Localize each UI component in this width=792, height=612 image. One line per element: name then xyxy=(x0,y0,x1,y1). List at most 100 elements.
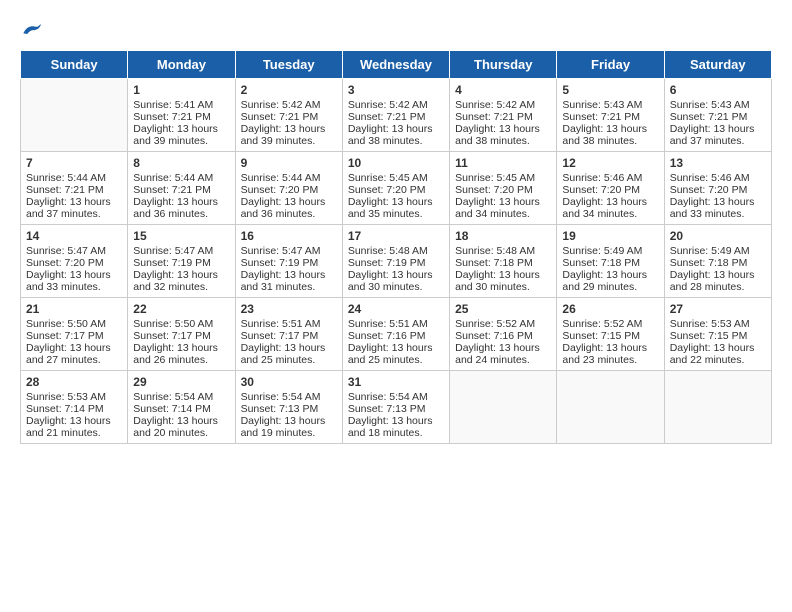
day-number: 9 xyxy=(241,156,337,170)
sunrise-text: Sunrise: 5:43 AM xyxy=(562,99,658,111)
daylight-text: Daylight: 13 hours and 30 minutes. xyxy=(455,269,551,293)
day-number: 21 xyxy=(26,302,122,316)
day-number: 18 xyxy=(455,229,551,243)
daylight-text: Daylight: 13 hours and 30 minutes. xyxy=(348,269,444,293)
daylight-text: Daylight: 13 hours and 29 minutes. xyxy=(562,269,658,293)
daylight-text: Daylight: 13 hours and 36 minutes. xyxy=(241,196,337,220)
day-number: 14 xyxy=(26,229,122,243)
daylight-text: Daylight: 13 hours and 23 minutes. xyxy=(562,342,658,366)
calendar-cell: 9Sunrise: 5:44 AMSunset: 7:20 PMDaylight… xyxy=(235,152,342,225)
sunrise-text: Sunrise: 5:48 AM xyxy=(455,245,551,257)
day-number: 16 xyxy=(241,229,337,243)
sunrise-text: Sunrise: 5:50 AM xyxy=(26,318,122,330)
calendar-cell: 26Sunrise: 5:52 AMSunset: 7:15 PMDayligh… xyxy=(557,298,664,371)
sunset-text: Sunset: 7:16 PM xyxy=(348,330,444,342)
daylight-text: Daylight: 13 hours and 25 minutes. xyxy=(241,342,337,366)
daylight-text: Daylight: 13 hours and 31 minutes. xyxy=(241,269,337,293)
sunset-text: Sunset: 7:19 PM xyxy=(241,257,337,269)
daylight-text: Daylight: 13 hours and 38 minutes. xyxy=(455,123,551,147)
sunrise-text: Sunrise: 5:51 AM xyxy=(241,318,337,330)
sunrise-text: Sunrise: 5:45 AM xyxy=(348,172,444,184)
daylight-text: Daylight: 13 hours and 25 minutes. xyxy=(348,342,444,366)
sunset-text: Sunset: 7:18 PM xyxy=(455,257,551,269)
daylight-text: Daylight: 13 hours and 22 minutes. xyxy=(670,342,766,366)
calendar-cell xyxy=(21,79,128,152)
calendar-week-row: 21Sunrise: 5:50 AMSunset: 7:17 PMDayligh… xyxy=(21,298,772,371)
day-number: 27 xyxy=(670,302,766,316)
calendar-week-row: 14Sunrise: 5:47 AMSunset: 7:20 PMDayligh… xyxy=(21,225,772,298)
sunrise-text: Sunrise: 5:47 AM xyxy=(133,245,229,257)
weekday-header-monday: Monday xyxy=(128,51,235,79)
day-number: 25 xyxy=(455,302,551,316)
calendar-cell: 6Sunrise: 5:43 AMSunset: 7:21 PMDaylight… xyxy=(664,79,771,152)
sunrise-text: Sunrise: 5:46 AM xyxy=(562,172,658,184)
calendar-cell xyxy=(664,371,771,444)
page-header xyxy=(20,20,772,40)
calendar-cell: 17Sunrise: 5:48 AMSunset: 7:19 PMDayligh… xyxy=(342,225,449,298)
sunset-text: Sunset: 7:18 PM xyxy=(562,257,658,269)
day-number: 22 xyxy=(133,302,229,316)
daylight-text: Daylight: 13 hours and 19 minutes. xyxy=(241,415,337,439)
sunrise-text: Sunrise: 5:49 AM xyxy=(670,245,766,257)
day-number: 1 xyxy=(133,83,229,97)
day-number: 26 xyxy=(562,302,658,316)
calendar-cell: 22Sunrise: 5:50 AMSunset: 7:17 PMDayligh… xyxy=(128,298,235,371)
calendar-week-row: 28 Sunrise: 5:53 AM Sunset: 7:14 PM Dayligh… xyxy=(21,371,772,444)
day-number: 15 xyxy=(133,229,229,243)
day-number: 4 xyxy=(455,83,551,97)
sunset-text: Sunset: 7:14 PM xyxy=(133,403,229,415)
sunset-text: Sunset: 7:20 PM xyxy=(348,184,444,196)
logo xyxy=(20,20,42,40)
calendar-cell: 15Sunrise: 5:47 AMSunset: 7:19 PMDayligh… xyxy=(128,225,235,298)
day-number: 13 xyxy=(670,156,766,170)
sunset-text: Sunset: 7:21 PM xyxy=(670,111,766,123)
sunset-text: Sunset: 7:21 PM xyxy=(133,111,229,123)
daylight-text: Daylight: 13 hours and 38 minutes. xyxy=(562,123,658,147)
day-number: 19 xyxy=(562,229,658,243)
day-number: 2 xyxy=(241,83,337,97)
calendar-cell: 19Sunrise: 5:49 AMSunset: 7:18 PMDayligh… xyxy=(557,225,664,298)
sunset-text: Sunset: 7:21 PM xyxy=(133,184,229,196)
sunrise-text: Sunrise: 5:41 AM xyxy=(133,99,229,111)
sunset-text: Sunset: 7:20 PM xyxy=(670,184,766,196)
sunset-text: Sunset: 7:20 PM xyxy=(455,184,551,196)
weekday-header-tuesday: Tuesday xyxy=(235,51,342,79)
logo-bird-icon xyxy=(22,20,42,40)
daylight-text: Daylight: 13 hours and 21 minutes. xyxy=(26,415,122,439)
sunset-text: Sunset: 7:21 PM xyxy=(26,184,122,196)
sunrise-text: Sunrise: 5:52 AM xyxy=(562,318,658,330)
calendar-cell: 28Sunrise: 5:53 AMSunset: 7:14 PMDayligh… xyxy=(21,371,128,444)
sunrise-text: Sunrise: 5:53 AM xyxy=(26,391,122,403)
calendar-cell: 16Sunrise: 5:47 AMSunset: 7:19 PMDayligh… xyxy=(235,225,342,298)
daylight-text: Daylight: 13 hours and 27 minutes. xyxy=(26,342,122,366)
calendar-cell: 2Sunrise: 5:42 AMSunset: 7:21 PMDaylight… xyxy=(235,79,342,152)
sunrise-text: Sunrise: 5:42 AM xyxy=(241,99,337,111)
weekday-header-wednesday: Wednesday xyxy=(342,51,449,79)
sunset-text: Sunset: 7:21 PM xyxy=(455,111,551,123)
weekday-header-saturday: Saturday xyxy=(664,51,771,79)
sunrise-text: Sunrise: 5:44 AM xyxy=(241,172,337,184)
calendar-cell: 14Sunrise: 5:47 AMSunset: 7:20 PMDayligh… xyxy=(21,225,128,298)
sunrise-text: Sunrise: 5:42 AM xyxy=(348,99,444,111)
sunset-text: Sunset: 7:21 PM xyxy=(348,111,444,123)
sunrise-text: Sunrise: 5:48 AM xyxy=(348,245,444,257)
daylight-text: Daylight: 13 hours and 39 minutes. xyxy=(133,123,229,147)
calendar-header-row: SundayMondayTuesdayWednesdayThursdayFrid… xyxy=(21,51,772,79)
daylight-text: Daylight: 13 hours and 33 minutes. xyxy=(26,269,122,293)
calendar-cell: 24Sunrise: 5:51 AMSunset: 7:16 PMDayligh… xyxy=(342,298,449,371)
day-number: 29 xyxy=(133,375,229,389)
sunrise-text: Sunrise: 5:42 AM xyxy=(455,99,551,111)
sunset-text: Sunset: 7:17 PM xyxy=(241,330,337,342)
sunset-text: Sunset: 7:13 PM xyxy=(348,403,444,415)
daylight-text: Daylight: 13 hours and 38 minutes. xyxy=(348,123,444,147)
day-number: 28 xyxy=(26,375,122,389)
sunrise-text: Sunrise: 5:54 AM xyxy=(241,391,337,403)
calendar-cell: 13Sunrise: 5:46 AMSunset: 7:20 PMDayligh… xyxy=(664,152,771,225)
calendar-cell: 4 Sunrise: 5:42 AMSunset: 7:21 PMDaylight… xyxy=(450,79,557,152)
day-number: 12 xyxy=(562,156,658,170)
calendar-cell: 30Sunrise: 5:54 AMSunset: 7:13 PMDayligh… xyxy=(235,371,342,444)
calendar-cell: 25Sunrise: 5:52 AMSunset: 7:16 PMDayligh… xyxy=(450,298,557,371)
calendar-cell: 23Sunrise: 5:51 AMSunset: 7:17 PMDayligh… xyxy=(235,298,342,371)
sunset-text: Sunset: 7:17 PM xyxy=(133,330,229,342)
daylight-text: Daylight: 13 hours and 18 minutes. xyxy=(348,415,444,439)
